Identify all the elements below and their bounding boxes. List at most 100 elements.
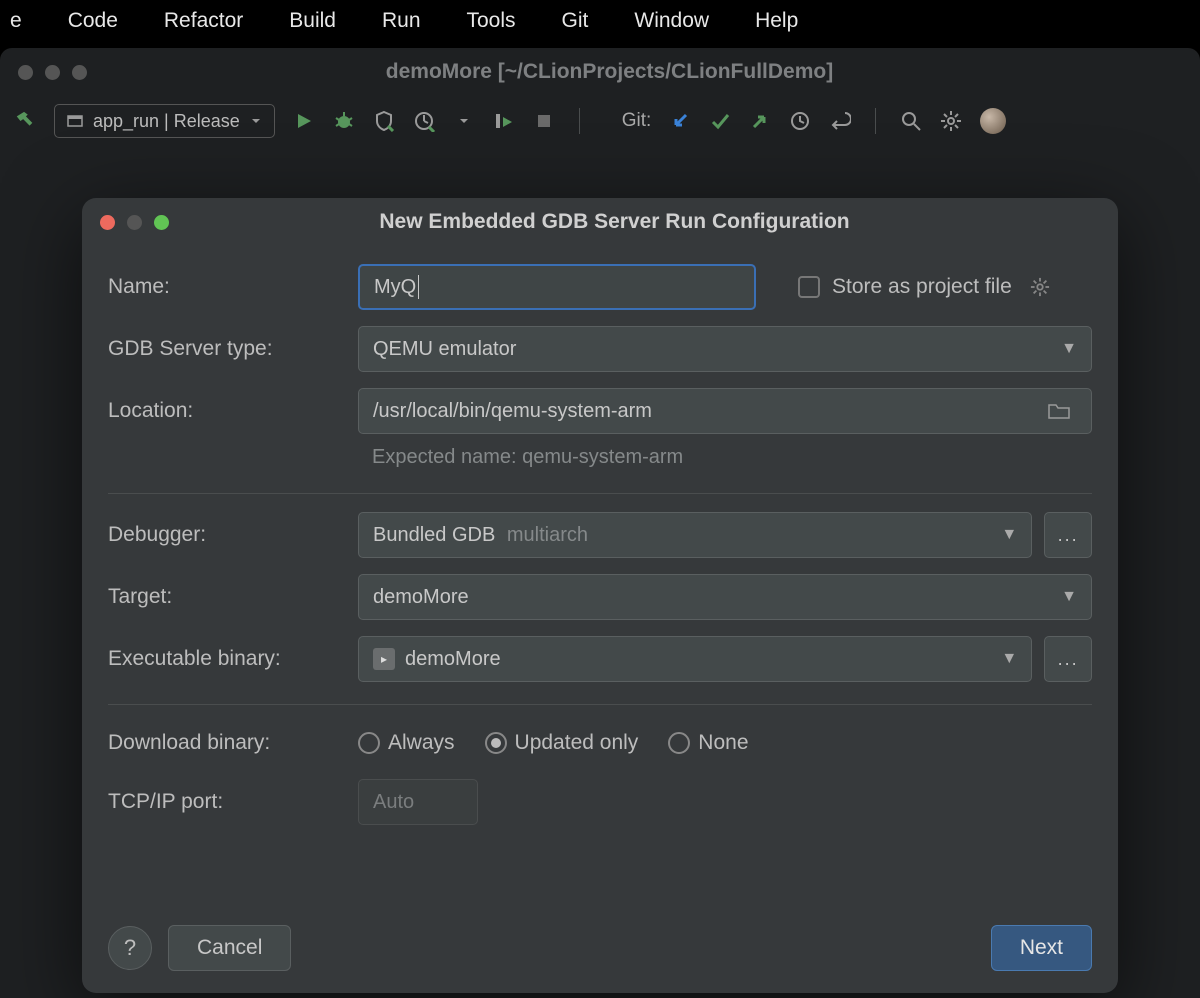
zoom-icon[interactable] <box>154 215 169 230</box>
close-icon[interactable] <box>18 65 33 80</box>
menubar: e Code Refactor Build Run Tools Git Wind… <box>0 0 1200 42</box>
executable-more-button[interactable]: ... <box>1044 636 1092 682</box>
minimize-icon[interactable] <box>45 65 60 80</box>
dialog-window-controls <box>100 215 169 230</box>
debugger-suffix: multiarch <box>507 524 588 546</box>
separator <box>579 108 580 134</box>
gdb-server-type-label: GDB Server type: <box>108 337 358 361</box>
debugger-label: Debugger: <box>108 523 358 547</box>
profile-icon[interactable] <box>413 110 435 132</box>
radio-label: Always <box>388 731 455 755</box>
text-caret <box>418 275 419 299</box>
separator <box>108 704 1092 705</box>
store-as-project-file[interactable]: Store as project file <box>798 275 1050 299</box>
location-hint: Expected name: qemu-system-arm <box>108 442 1092 479</box>
target-value: demoMore <box>373 586 469 609</box>
store-label: Store as project file <box>832 275 1012 299</box>
ide-window: demoMore [~/CLionProjects/CLionFullDemo]… <box>0 48 1200 998</box>
git-label: Git: <box>622 110 652 132</box>
run-config-label: app_run | Release <box>93 111 240 132</box>
menu-item[interactable]: Git <box>562 9 589 33</box>
menu-item[interactable]: Run <box>382 9 421 33</box>
folder-icon[interactable] <box>1041 393 1077 429</box>
ide-title: demoMore [~/CLionProjects/CLionFullDemo] <box>99 60 1120 84</box>
menu-item[interactable]: Code <box>68 9 118 33</box>
debugger-select[interactable]: Bundled GDB multiarch ▼ <box>358 512 1032 558</box>
run-config-selector[interactable]: app_run | Release <box>54 104 275 138</box>
gdb-server-type-value: QEMU emulator <box>373 338 516 361</box>
location-input[interactable]: /usr/local/bin/qemu-system-arm <box>358 388 1092 434</box>
executable-binary-select[interactable]: ▸ demoMore ▼ <box>358 636 1032 682</box>
executable-icon: ▸ <box>373 648 395 670</box>
update-project-icon[interactable] <box>669 110 691 132</box>
history-icon[interactable] <box>789 110 811 132</box>
zoom-icon[interactable] <box>72 65 87 80</box>
run-config-dialog: New Embedded GDB Server Run Configuratio… <box>82 198 1118 993</box>
target-label: Target: <box>108 585 358 609</box>
menu-item[interactable]: e <box>10 9 22 33</box>
chevron-down-icon[interactable] <box>453 110 475 132</box>
rollback-icon[interactable] <box>829 110 851 132</box>
name-label: Name: <box>108 275 358 299</box>
target-select[interactable]: demoMore ▼ <box>358 574 1092 620</box>
avatar[interactable] <box>980 108 1006 134</box>
gear-icon[interactable] <box>940 110 962 132</box>
radio-icon <box>485 732 507 754</box>
radio-always[interactable]: Always <box>358 731 455 755</box>
coverage-icon[interactable] <box>373 110 395 132</box>
executable-binary-value: demoMore <box>405 648 501 671</box>
build-icon[interactable] <box>14 110 36 132</box>
radio-icon <box>668 732 690 754</box>
radio-updated-only[interactable]: Updated only <box>485 731 639 755</box>
dialog-footer: ? Cancel Next <box>108 925 1092 971</box>
commit-icon[interactable] <box>709 110 731 132</box>
download-binary-label: Download binary: <box>108 731 358 755</box>
run-icon[interactable] <box>293 110 315 132</box>
window-controls <box>18 65 87 80</box>
debugger-more-button[interactable]: ... <box>1044 512 1092 558</box>
gdb-server-type-select[interactable]: QEMU emulator ▼ <box>358 326 1092 372</box>
dialog-form: Name: MyQ Store as project file <box>82 246 1118 833</box>
download-binary-radio-group: Always Updated only None <box>358 731 749 755</box>
menu-item[interactable]: Build <box>289 9 336 33</box>
radio-label: None <box>698 731 748 755</box>
attach-icon[interactable] <box>493 110 515 132</box>
location-value: /usr/local/bin/qemu-system-arm <box>373 400 652 423</box>
radio-none[interactable]: None <box>668 731 748 755</box>
close-icon[interactable] <box>100 215 115 230</box>
help-button[interactable]: ? <box>108 926 152 970</box>
radio-label: Updated only <box>515 731 639 755</box>
toolbar: app_run | Release Git: <box>0 96 1200 146</box>
chevron-down-icon: ▼ <box>1001 650 1017 668</box>
minimize-icon <box>127 215 142 230</box>
tcp-ip-port-label: TCP/IP port: <box>108 790 358 814</box>
separator <box>875 108 876 134</box>
menu-item[interactable]: Window <box>634 9 709 33</box>
chevron-down-icon: ▼ <box>1061 340 1077 358</box>
chevron-down-icon: ▼ <box>1001 526 1017 544</box>
ide-titlebar: demoMore [~/CLionProjects/CLionFullDemo] <box>0 48 1200 96</box>
tcp-ip-port-input[interactable]: Auto <box>358 779 478 825</box>
name-value: MyQ <box>374 276 416 299</box>
port-placeholder: Auto <box>373 791 414 814</box>
checkbox-icon[interactable] <box>798 276 820 298</box>
cancel-button[interactable]: Cancel <box>168 925 291 971</box>
chevron-down-icon: ▼ <box>1061 588 1077 606</box>
menu-item[interactable]: Refactor <box>164 9 243 33</box>
dialog-titlebar: New Embedded GDB Server Run Configuratio… <box>82 198 1118 246</box>
executable-binary-label: Executable binary: <box>108 647 358 671</box>
stop-icon[interactable] <box>533 110 555 132</box>
push-icon[interactable] <box>749 110 771 132</box>
name-input[interactable]: MyQ <box>358 264 756 310</box>
location-label: Location: <box>108 399 358 423</box>
gear-icon[interactable] <box>1030 277 1050 297</box>
dialog-title: New Embedded GDB Server Run Configuratio… <box>169 210 1060 234</box>
next-button[interactable]: Next <box>991 925 1092 971</box>
menu-item[interactable]: Help <box>755 9 798 33</box>
separator <box>108 493 1092 494</box>
search-icon[interactable] <box>900 110 922 132</box>
debugger-value: Bundled GDB <box>373 524 495 546</box>
debug-icon[interactable] <box>333 110 355 132</box>
menu-item[interactable]: Tools <box>467 9 516 33</box>
radio-icon <box>358 732 380 754</box>
